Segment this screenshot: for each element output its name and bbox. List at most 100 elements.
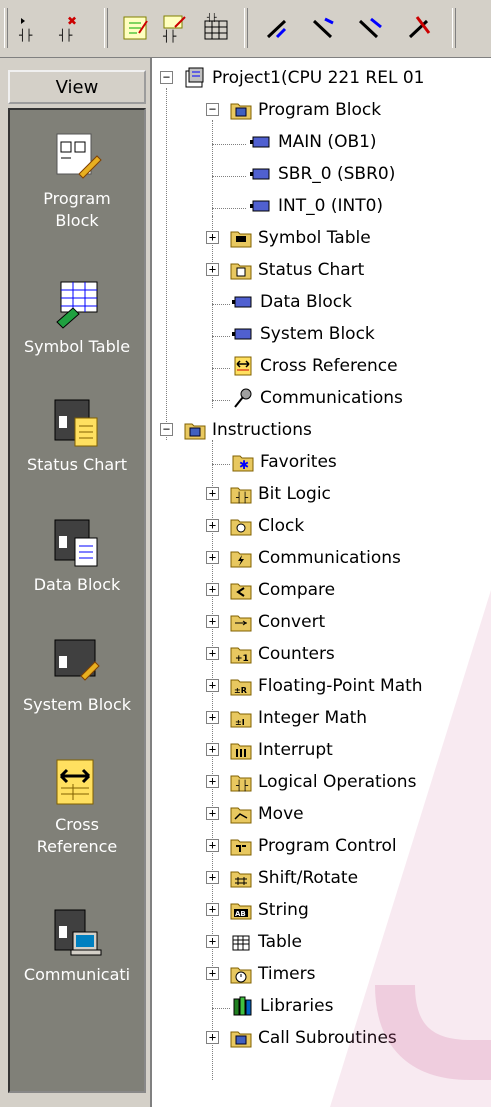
nav-symbol-table[interactable]: Symbol Table xyxy=(10,278,144,358)
svg-text:┤├: ┤├ xyxy=(236,491,249,504)
program-block-edit-button[interactable] xyxy=(116,8,156,48)
tree-node-favorites[interactable]: ✱ Favorites xyxy=(232,446,337,478)
expand-toggle[interactable]: + xyxy=(206,615,219,628)
tree-label: Data Block xyxy=(260,292,352,312)
tree-node-call-subroutines[interactable]: + Call Subroutines xyxy=(206,1022,397,1054)
tree-node-int[interactable]: INT_0 (INT0) xyxy=(250,190,383,222)
expand-toggle[interactable]: + xyxy=(206,551,219,564)
line-up-button[interactable] xyxy=(258,8,298,48)
tree-label: Favorites xyxy=(260,452,337,472)
expand-toggle[interactable]: + xyxy=(206,679,219,692)
network-edit-icon: ┤├ xyxy=(163,15,186,43)
project-tree: − Project1(CPU 221 REL 01 − Program Bloc… xyxy=(156,58,491,1107)
tree-node-project[interactable]: − Project1(CPU 221 REL 01 xyxy=(160,62,425,94)
toolbar-separator xyxy=(104,8,108,48)
tree-label: Integer Math xyxy=(258,708,368,728)
expand-toggle[interactable]: + xyxy=(206,839,219,852)
tree-node-sbr[interactable]: SBR_0 (SBR0) xyxy=(250,158,395,190)
tree-label: Logical Operations xyxy=(258,772,417,792)
folder-symbol-icon xyxy=(230,231,252,248)
nav-program-block[interactable]: Program Block xyxy=(10,130,144,232)
tree-node-instructions[interactable]: − Instructions xyxy=(160,414,312,446)
tree-node-move[interactable]: + Move xyxy=(206,798,304,830)
collapse-toggle[interactable]: − xyxy=(206,103,219,116)
expand-toggle[interactable]: + xyxy=(206,903,219,916)
tree-node-shift-rotate[interactable]: + Shift/Rotate xyxy=(206,862,358,894)
expand-toggle[interactable]: + xyxy=(206,519,219,532)
toolbar-grip[interactable] xyxy=(4,8,8,48)
expand-toggle[interactable]: + xyxy=(206,935,219,948)
tree-node-program-block[interactable]: − Program Block xyxy=(206,94,381,126)
expand-toggle[interactable]: + xyxy=(206,711,219,724)
expand-toggle[interactable]: + xyxy=(206,231,219,244)
tree-node-table[interactable]: + Table xyxy=(206,926,302,958)
svg-text:+1: +1 xyxy=(235,654,249,664)
nav-data-block[interactable]: Data Block xyxy=(10,516,144,596)
svg-text:±I: ±I xyxy=(235,718,245,727)
expand-toggle[interactable]: + xyxy=(206,967,219,980)
delete-network-button[interactable]: ✖ ┤├ xyxy=(52,8,92,48)
nav-cross-reference[interactable]: Cross Reference xyxy=(10,756,144,858)
folder-block-icon xyxy=(230,1031,252,1048)
expand-toggle[interactable]: + xyxy=(206,583,219,596)
nav-label: Data Block xyxy=(33,575,121,594)
insert-network-button[interactable]: ┤├ xyxy=(12,8,52,48)
line-delete-button[interactable] xyxy=(400,8,440,48)
tree-node-communications-instr[interactable]: + Communications xyxy=(206,542,401,574)
tree-node-logical-ops[interactable]: + ┤├ Logical Operations xyxy=(206,766,416,798)
tree-node-convert[interactable]: + Convert xyxy=(206,606,325,638)
line-arrow-right-icon xyxy=(358,17,382,39)
tree-label: String xyxy=(258,900,309,920)
tree-node-main[interactable]: MAIN (OB1) xyxy=(250,126,377,158)
collapse-toggle[interactable]: − xyxy=(160,423,173,436)
expand-toggle[interactable]: + xyxy=(206,775,219,788)
tree-node-data-block[interactable]: Data Block xyxy=(232,286,352,318)
tree-node-communications[interactable]: Communications xyxy=(232,382,403,414)
tree-node-counters[interactable]: + +1 Counters xyxy=(206,638,335,670)
tree-node-timers[interactable]: + Timers xyxy=(206,958,315,990)
expand-toggle[interactable]: + xyxy=(206,487,219,500)
tree-node-compare[interactable]: + Compare xyxy=(206,574,335,606)
tree-node-libraries[interactable]: Libraries xyxy=(232,990,333,1022)
cable-icon xyxy=(234,388,252,408)
tree-node-interrupt[interactable]: + Interrupt xyxy=(206,734,333,766)
collapse-toggle[interactable]: − xyxy=(160,71,173,84)
expand-toggle[interactable]: + xyxy=(206,871,219,884)
program-block-edit-icon xyxy=(123,16,148,40)
nav-communications[interactable]: Communicati xyxy=(10,906,144,986)
tree-guide xyxy=(212,400,230,401)
tree-label: Table xyxy=(258,932,302,952)
table-button[interactable]: ┤├ xyxy=(196,8,236,48)
tree-node-status-chart[interactable]: + Status Chart xyxy=(206,254,364,286)
svg-text:┤├: ┤├ xyxy=(206,13,217,22)
tree-node-cross-reference[interactable]: Cross Reference xyxy=(232,350,398,382)
line-right-button[interactable] xyxy=(350,8,390,48)
expand-toggle[interactable]: + xyxy=(206,263,219,276)
tree-label: Status Chart xyxy=(258,260,365,280)
expand-toggle[interactable]: + xyxy=(206,807,219,820)
expand-toggle[interactable]: + xyxy=(206,647,219,660)
svg-text:AB: AB xyxy=(235,910,246,918)
toolbar-separator-2 xyxy=(244,8,248,48)
tree-node-symbol-table[interactable]: + Symbol Table xyxy=(206,222,371,254)
tree-node-integer-math[interactable]: + ±I Integer Math xyxy=(206,702,367,734)
folder-block-icon xyxy=(230,103,252,120)
tree-node-program-control[interactable]: + Program Control xyxy=(206,830,397,862)
tree-node-bit-logic[interactable]: + ┤├ Bit Logic xyxy=(206,478,331,510)
expand-toggle[interactable]: + xyxy=(206,1031,219,1044)
nav-status-chart[interactable]: Status Chart xyxy=(10,396,144,476)
expand-toggle[interactable]: + xyxy=(206,743,219,756)
network-edit-button[interactable]: ┤├ xyxy=(156,8,196,48)
line-down-button[interactable] xyxy=(304,8,344,48)
svg-text:±R: ±R xyxy=(234,686,247,695)
move-icon xyxy=(230,807,252,824)
tree-node-system-block[interactable]: System Block xyxy=(232,318,375,350)
tree-node-floating-point[interactable]: + ±R Floating-Point Math xyxy=(206,670,423,702)
toolbar-grip-end xyxy=(452,8,456,48)
nav-system-block[interactable]: System Block xyxy=(10,636,144,716)
tree-label: Communications xyxy=(258,548,401,568)
tree-node-clock[interactable]: + Clock xyxy=(206,510,304,542)
tree-label: Move xyxy=(258,804,304,824)
tree-node-string[interactable]: + AB String xyxy=(206,894,309,926)
view-button[interactable]: View xyxy=(8,70,146,104)
